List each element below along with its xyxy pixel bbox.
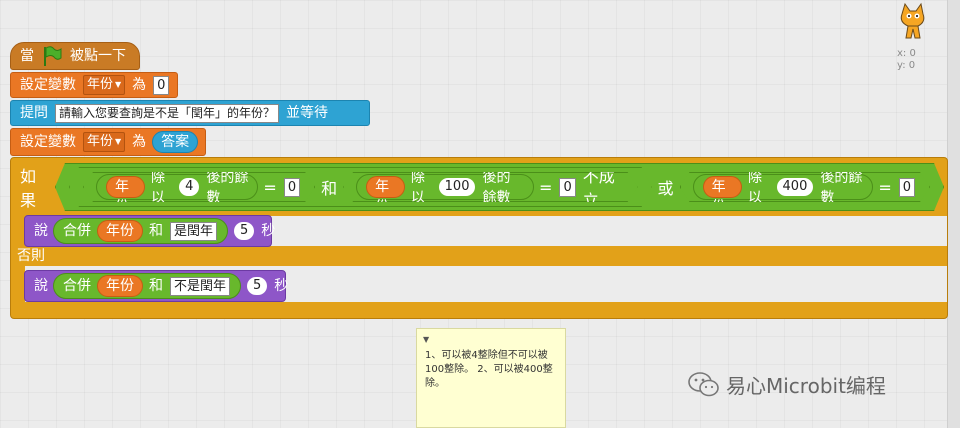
answer-reporter[interactable]: 答案	[152, 131, 199, 153]
when-flag-clicked-block[interactable]: 當 被點一下	[10, 42, 140, 70]
year-variable[interactable]: 年份	[97, 275, 143, 297]
ask-and-wait-block[interactable]: 提問 請輸入您要查詢是不是「閏年」的年份？ 並等待	[10, 100, 370, 126]
year-variable[interactable]: 年份	[366, 176, 405, 198]
vertical-scrollbar[interactable]	[947, 0, 960, 428]
wechat-icon	[688, 371, 719, 396]
chevron-down-icon: ▼	[115, 137, 122, 146]
scratch-cat-icon	[900, 2, 925, 39]
hat-prefix: 當	[20, 48, 34, 64]
x-coordinate: x: 0	[897, 48, 916, 59]
say-for-secs-block[interactable]: 說 合併 年份 和 不是閏年 5 秒	[24, 270, 289, 302]
set-variable-answer-block[interactable]: 設定變數 年份 ▼ 為 答案	[10, 128, 206, 156]
seconds-unit: 秒	[261, 223, 276, 239]
join-label: 合併	[63, 278, 91, 294]
question-input[interactable]: 請輸入您要查詢是不是「閏年」的年份？	[55, 103, 280, 123]
join-reporter[interactable]: 合併 年份 和 不是閏年	[53, 273, 242, 299]
watermark: 易心Microbit编程	[688, 370, 886, 399]
mod-label: 除以	[748, 170, 763, 206]
equals-sign: =	[263, 177, 277, 197]
seconds-input[interactable]: 5	[247, 277, 268, 295]
equals-sign: =	[539, 177, 553, 197]
join-text-input[interactable]: 不是閏年	[170, 276, 231, 296]
rhs-input[interactable]: 0	[284, 178, 300, 197]
remainder-label: 後的餘數	[482, 170, 511, 206]
variable-name: 年份	[87, 134, 114, 149]
to-label: 為	[132, 77, 147, 93]
mod-label: 除以	[410, 170, 425, 206]
join-and-label: 和	[149, 223, 163, 239]
say-label: 說	[34, 223, 48, 239]
and-label: 和	[321, 179, 338, 198]
not-label: 不成立	[582, 167, 615, 210]
join-and-label: 和	[149, 278, 163, 294]
variable-dropdown[interactable]: 年份 ▼	[83, 132, 126, 152]
set-variable-block[interactable]: 設定變數 年份 ▼ 為 0	[10, 72, 178, 98]
equals-operator-1[interactable]: 年份 除以 4 後的餘數 = 0	[83, 172, 315, 202]
year-variable[interactable]: 年份	[703, 176, 742, 198]
join-label: 合併	[63, 223, 91, 239]
ask-label: 提問	[20, 105, 48, 121]
divisor-input[interactable]: 4	[179, 178, 199, 196]
rhs-input[interactable]: 0	[559, 178, 575, 197]
sprite-coordinates: x: 0 y: 0	[897, 48, 916, 72]
to-label: 為	[132, 134, 147, 150]
join-text-input[interactable]: 是閏年	[170, 221, 218, 241]
if-label: 如果	[20, 167, 37, 210]
variable-name: 年份	[87, 77, 114, 92]
rhs-input[interactable]: 0	[899, 178, 915, 197]
comment-note[interactable]: ▼ 1、可以被4整除但不可以被100整除。 2、可以被400整除。	[416, 328, 566, 428]
divisor-input[interactable]: 400	[777, 178, 814, 196]
remainder-label: 後的餘數	[820, 170, 863, 206]
comment-text: 1、可以被4整除但不可以被100整除。 2、可以被400整除。	[425, 350, 553, 389]
chevron-down-icon: ▼	[115, 80, 122, 89]
mod-label: 除以	[151, 170, 166, 206]
y-coordinate: y: 0	[897, 60, 916, 71]
say-for-secs-block[interactable]: 說 合併 年份 和 是閏年 5 秒	[24, 215, 276, 247]
not-operator[interactable]: 年份 除以 100 後的餘數 = 0 不成立	[343, 172, 637, 202]
collapse-triangle-icon[interactable]: ▼	[423, 333, 429, 347]
mod-reporter-3[interactable]: 年份 除以 400 後的餘數	[693, 174, 874, 200]
hat-suffix: 被點一下	[70, 48, 126, 64]
or-label: 或	[657, 179, 674, 198]
mod-reporter-2[interactable]: 年份 除以 100 後的餘數	[356, 174, 534, 200]
set-variable-label: 設定變數	[20, 77, 76, 93]
mod-reporter-1[interactable]: 年份 除以 4 後的餘數	[96, 174, 258, 200]
and-operator[interactable]: 年份 除以 4 後的餘數 = 0 和 年份 除以 100 後的餘數 = 0 不成…	[69, 167, 652, 207]
value-input[interactable]: 0	[153, 75, 170, 95]
variable-dropdown[interactable]: 年份 ▼	[83, 75, 126, 95]
seconds-input[interactable]: 5	[234, 222, 255, 240]
remainder-label: 後的餘數	[206, 170, 249, 206]
else-label: 否則	[17, 248, 45, 264]
say-label: 說	[34, 278, 48, 294]
seconds-unit: 秒	[274, 278, 289, 294]
or-operator[interactable]: 年份 除以 4 後的餘數 = 0 和 年份 除以 100 後的餘數 = 0 不成…	[55, 163, 944, 211]
equals-sign: =	[878, 177, 892, 197]
year-variable[interactable]: 年份	[106, 176, 145, 198]
ask-suffix: 並等待	[286, 105, 329, 121]
equals-operator-3[interactable]: 年份 除以 400 後的餘數 = 0	[680, 172, 930, 202]
set-variable-label: 設定變數	[20, 134, 76, 150]
green-flag-icon	[44, 46, 62, 66]
watermark-text: 易心Microbit编程	[726, 374, 886, 398]
divisor-input[interactable]: 100	[439, 178, 476, 196]
year-variable[interactable]: 年份	[97, 220, 143, 242]
join-reporter[interactable]: 合併 年份 和 是閏年	[53, 218, 229, 244]
